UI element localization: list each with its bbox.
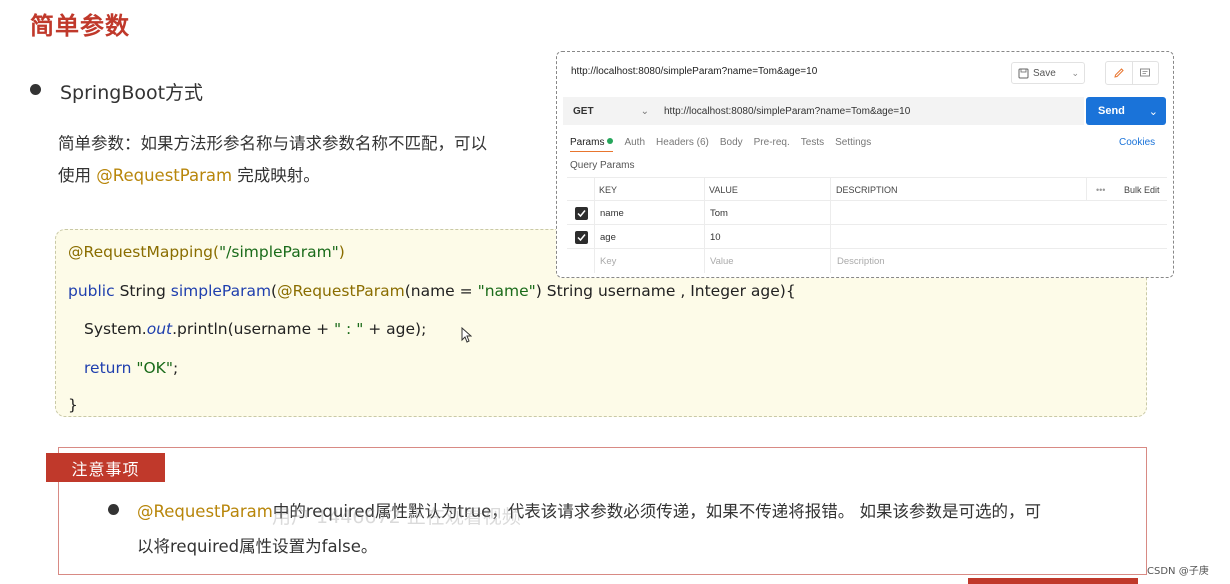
- request-param-highlight: @RequestParam: [96, 166, 233, 185]
- table-row: age 10: [567, 225, 1167, 249]
- bulk-edit-link[interactable]: Bulk Edit: [1124, 178, 1160, 202]
- notice-tag: 注意事项: [46, 453, 165, 482]
- col-key: KEY: [599, 185, 618, 195]
- col-value: VALUE: [709, 185, 738, 195]
- params-table: KEY VALUE DESCRIPTION ••• Bulk Edit name…: [567, 177, 1167, 273]
- request-tabs: Params Auth Headers (6) Body Pre-req. Te…: [570, 137, 871, 152]
- slide-title: 简单参数: [30, 12, 130, 40]
- save-label: Save: [1033, 67, 1056, 79]
- param-key[interactable]: name: [600, 201, 624, 225]
- edit-pencil-icon[interactable]: [1106, 62, 1133, 84]
- value-placeholder[interactable]: Value: [710, 249, 734, 273]
- code-line-4: return "OK";: [84, 359, 179, 377]
- save-icon: [1018, 68, 1029, 78]
- corner-decoration: [968, 578, 1138, 584]
- table-header: KEY VALUE DESCRIPTION ••• Bulk Edit: [567, 177, 1167, 201]
- more-icon[interactable]: •••: [1096, 178, 1105, 202]
- table-row: name Tom: [567, 201, 1167, 225]
- csdn-credit: CSDN @子庚: [1147, 566, 1209, 577]
- checkbox-checked-icon[interactable]: [575, 206, 588, 220]
- request-title: http://localhost:8080/simpleParam?name=T…: [571, 66, 818, 77]
- tab-tests[interactable]: Tests: [801, 137, 824, 152]
- code-line-2: public String simpleParam(@RequestParam(…: [68, 282, 796, 300]
- notice-bullet-dot: [108, 504, 119, 515]
- tab-body[interactable]: Body: [720, 137, 743, 152]
- comment-icon[interactable]: [1133, 62, 1159, 84]
- status-dot-icon: [607, 138, 614, 144]
- param-value[interactable]: 10: [710, 225, 721, 249]
- notice-text: @RequestParam中的required属性默认为true，代表该请求参数…: [137, 502, 1042, 556]
- postman-panel: http://localhost:8080/simpleParam?name=T…: [556, 51, 1174, 278]
- bullet-springboot: SpringBoot方式: [60, 82, 204, 104]
- chevron-down-icon: ⌄: [640, 105, 649, 117]
- param-key[interactable]: age: [600, 225, 616, 249]
- code-line-3: System.out.println(username + " : " + ag…: [84, 320, 427, 338]
- key-placeholder[interactable]: Key: [600, 249, 616, 273]
- code-line-1: @RequestMapping("/simpleParam"): [68, 243, 345, 261]
- param-value[interactable]: Tom: [710, 201, 728, 225]
- chevron-down-icon[interactable]: ⌄: [1071, 68, 1079, 79]
- description-placeholder[interactable]: Description: [837, 249, 885, 273]
- col-description: DESCRIPTION: [836, 185, 898, 195]
- mouse-cursor-icon: [461, 327, 472, 343]
- desc-line1: 简单参数：如果方法形参名称与请求参数名称不匹配，可以: [58, 134, 487, 153]
- code-line-5: }: [68, 396, 78, 414]
- send-button[interactable]: Send ⌄: [1086, 97, 1166, 125]
- method-select[interactable]: GET ⌄: [563, 97, 659, 125]
- cookies-link[interactable]: Cookies: [1119, 137, 1155, 148]
- chevron-down-icon[interactable]: ⌄: [1149, 105, 1158, 118]
- checkbox-checked-icon[interactable]: [575, 230, 588, 244]
- save-button[interactable]: Save ⌄: [1011, 62, 1085, 84]
- tab-auth[interactable]: Auth: [624, 137, 645, 152]
- bullet-dot: [30, 84, 41, 95]
- desc-line2: 使用 @RequestParam 完成映射。: [58, 166, 320, 185]
- query-params-label: Query Params: [570, 160, 635, 171]
- tab-params[interactable]: Params: [570, 137, 614, 152]
- notice-request-param: @RequestParam: [137, 502, 273, 521]
- tab-settings[interactable]: Settings: [835, 137, 871, 152]
- url-input[interactable]: http://localhost:8080/simpleParam?name=T…: [657, 97, 1084, 125]
- tab-headers[interactable]: Headers (6): [656, 137, 709, 152]
- description: 简单参数：如果方法形参名称与请求参数名称不匹配，可以 使用 @RequestPa…: [58, 128, 548, 192]
- tab-pre-req[interactable]: Pre-req.: [754, 137, 790, 152]
- edit-toolbar: [1105, 61, 1159, 85]
- table-row-placeholder: Key Value Description: [567, 249, 1167, 273]
